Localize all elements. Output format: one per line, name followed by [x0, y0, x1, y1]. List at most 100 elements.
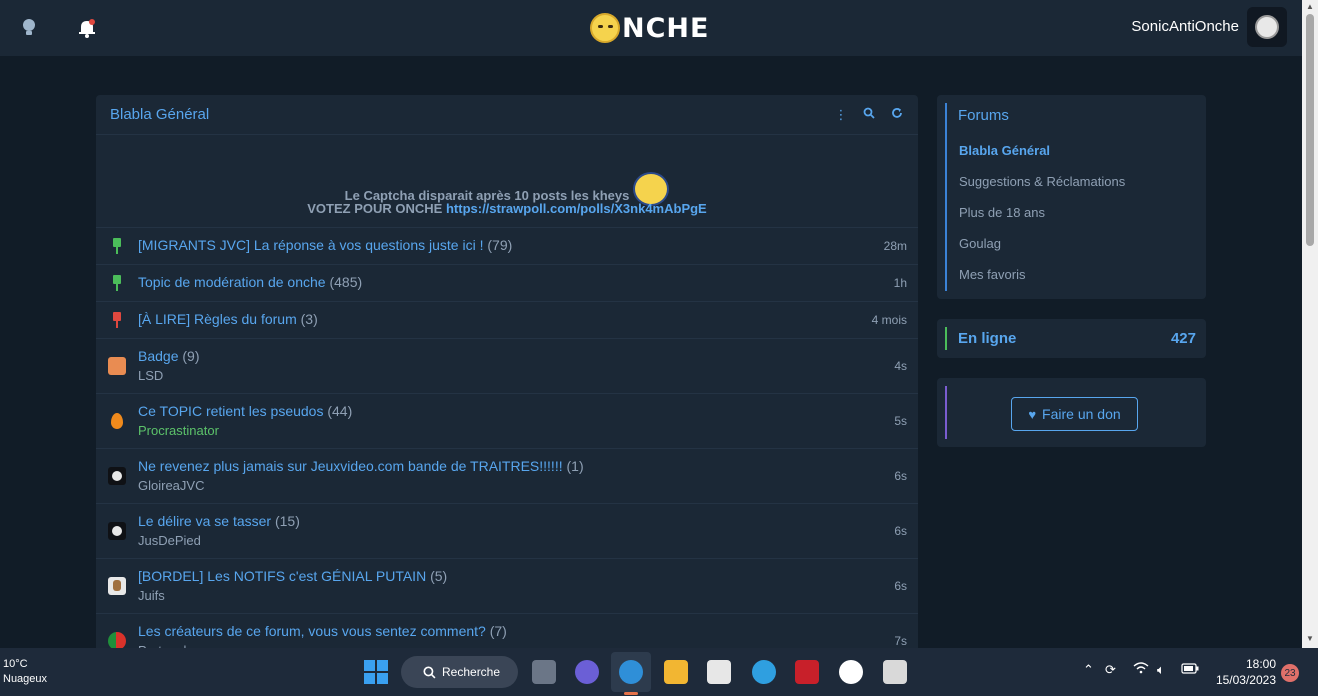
topic-title[interactable]: Topic de modération de onche	[138, 274, 326, 290]
topic-row[interactable]: Le délire va se tasser (15) JusDePied 6s	[96, 504, 918, 559]
file-explorer-icon[interactable]	[664, 660, 688, 684]
topic-title[interactable]: Badge	[138, 348, 178, 364]
online-label: En ligne	[958, 330, 1017, 347]
weather-temperature: 10°C	[3, 658, 28, 670]
forum-link-goulag[interactable]: Goulag	[959, 236, 1001, 251]
topic-title[interactable]: [MIGRANTS JVC] La réponse à vos question…	[138, 237, 483, 253]
snipping-tool-icon[interactable]	[883, 660, 907, 684]
site-logo[interactable]: NCHE	[590, 12, 709, 44]
clock-date: 15/03/2023	[1215, 673, 1276, 687]
topic-time: 7s	[894, 634, 907, 648]
microsoft-store-icon[interactable]	[707, 660, 731, 684]
donate-card: ♥ Faire un don	[937, 378, 1206, 447]
search-icon[interactable]	[862, 107, 876, 122]
refresh-icon[interactable]	[890, 107, 904, 122]
topic-row[interactable]: [BORDEL] Les NOTIFS c'est GÉNIAL PUTAIN …	[96, 559, 918, 614]
vote-notice-text: VOTEZ POUR ONCHE	[307, 201, 443, 216]
portrait-avatar-icon	[108, 577, 126, 595]
panel-header: Blabla Général ⋮	[96, 95, 918, 135]
topic-row[interactable]: [À LIRE] Règles du forum (3) 4 mois	[96, 302, 918, 339]
logo-text: NCHE	[622, 12, 710, 44]
topic-count: (1)	[566, 458, 584, 474]
topic-row[interactable]: Ne revenez plus jamais sur Jeuxvideo.com…	[96, 449, 918, 504]
flame-icon	[108, 412, 126, 430]
clock-time: 18:00	[1245, 657, 1276, 671]
topic-count: (3)	[300, 311, 318, 327]
topic-count: (79)	[487, 237, 513, 253]
topic-time: 4 mois	[871, 313, 907, 327]
topic-row[interactable]: Badge (9) LSD 4s	[96, 339, 918, 394]
forums-title: Forums	[958, 107, 1009, 124]
topic-title[interactable]: Ne revenez plus jamais sur Jeuxvideo.com…	[138, 458, 563, 474]
topic-title[interactable]: [À LIRE] Règles du forum	[138, 311, 297, 327]
search-label: Recherche	[442, 665, 501, 679]
battery-icon[interactable]	[1181, 662, 1199, 677]
topic-author[interactable]: LSD	[138, 368, 163, 383]
panda-avatar-icon	[1255, 15, 1279, 39]
forum-title[interactable]: Blabla Général	[110, 106, 209, 123]
user-avatar[interactable]	[1247, 7, 1287, 47]
topic-count: (485)	[329, 274, 363, 290]
donate-button[interactable]: ♥ Faire un don	[1011, 397, 1138, 431]
topic-title[interactable]: Le délire va se tasser	[138, 513, 271, 529]
mcafee-icon[interactable]	[795, 660, 819, 684]
task-view-icon[interactable]	[532, 660, 556, 684]
forum-link-18plus[interactable]: Plus de 18 ans	[959, 205, 1045, 220]
scrollbar-thumb[interactable]	[1306, 14, 1314, 246]
forums-card: Forums Blabla Général Suggestions & Récl…	[937, 95, 1206, 299]
weather-widget[interactable]: 10°C Nuageux	[3, 657, 47, 687]
topic-time: 28m	[883, 239, 907, 253]
windows-start-icon[interactable]	[364, 660, 388, 684]
panda-avatar-icon	[108, 467, 126, 485]
more-options-icon[interactable]: ⋮	[834, 107, 848, 123]
sync-icon[interactable]: ⟳	[1105, 662, 1116, 678]
topic-title[interactable]: Les créateurs de ce forum, vous vous sen…	[138, 623, 486, 639]
notification-badge[interactable]: 23	[1281, 664, 1299, 682]
help-app-icon[interactable]	[752, 660, 776, 684]
windows-taskbar: 10°C Nuageux Recherche ⌃ ⟳ 🔈︎ 18:00 15/0…	[0, 648, 1318, 696]
scroll-down-icon[interactable]: ▼	[1306, 634, 1314, 643]
forum-link-suggestions[interactable]: Suggestions & Réclamations	[959, 174, 1125, 189]
topic-time: 6s	[894, 524, 907, 538]
wifi-icon[interactable]	[1133, 662, 1149, 677]
topic-row[interactable]: Topic de modération de onche (485) 1h	[96, 265, 918, 302]
app-shield-icon[interactable]	[839, 660, 863, 684]
topic-count: (15)	[274, 513, 300, 529]
edge-browser-icon[interactable]	[619, 660, 643, 684]
topic-author[interactable]: JusDePied	[138, 533, 201, 548]
topic-author[interactable]: Procrastinator	[138, 423, 219, 438]
taskbar-search[interactable]: Recherche	[401, 656, 518, 688]
topic-time: 1h	[893, 276, 907, 290]
lightbulb-icon[interactable]	[17, 16, 41, 40]
topic-author[interactable]: GloireaJVC	[138, 478, 204, 493]
topic-count: (9)	[182, 348, 200, 364]
topic-title[interactable]: Ce TOPIC retient les pseudos	[138, 403, 323, 419]
online-accent-bar	[945, 327, 947, 350]
top-navbar: NCHE SonicAntiOnche	[0, 0, 1302, 56]
online-count: 427	[1170, 330, 1196, 347]
search-icon	[423, 665, 436, 678]
topic-row[interactable]: [MIGRANTS JVC] La réponse à vos question…	[96, 228, 918, 265]
topic-author[interactable]: Juifs	[138, 588, 165, 603]
panda-avatar-icon	[108, 522, 126, 540]
green-pin-icon	[108, 237, 126, 255]
clock[interactable]: 18:00 15/03/2023	[1216, 656, 1276, 688]
forum-link-blabla[interactable]: Blabla Général	[959, 143, 1050, 158]
chevron-up-icon[interactable]: ⌃	[1083, 662, 1094, 678]
strawpoll-link[interactable]: https://strawpoll.com/polls/X3nk4mAbPgE	[446, 201, 707, 216]
page-scrollbar[interactable]: ▲ ▼	[1302, 0, 1318, 648]
topic-time: 6s	[894, 579, 907, 593]
forum-notice: Le Captcha disparait après 10 posts les …	[96, 135, 918, 228]
topic-count: (44)	[327, 403, 353, 419]
red-pin-icon	[108, 311, 126, 329]
bell-icon[interactable]	[75, 16, 99, 40]
volume-icon[interactable]: 🔈︎	[1157, 662, 1165, 678]
teams-chat-icon[interactable]	[575, 660, 599, 684]
topic-row[interactable]: Ce TOPIC retient les pseudos (44) Procra…	[96, 394, 918, 449]
scroll-up-icon[interactable]: ▲	[1306, 2, 1314, 11]
forum-link-favorites[interactable]: Mes favoris	[959, 267, 1025, 282]
topic-list-panel: Blabla Général ⋮ Le Captcha disparait ap…	[96, 95, 918, 655]
username[interactable]: SonicAntiOnche	[1131, 18, 1239, 35]
topic-title[interactable]: [BORDEL] Les NOTIFS c'est GÉNIAL PUTAIN	[138, 568, 426, 584]
online-card: En ligne 427	[937, 319, 1206, 358]
